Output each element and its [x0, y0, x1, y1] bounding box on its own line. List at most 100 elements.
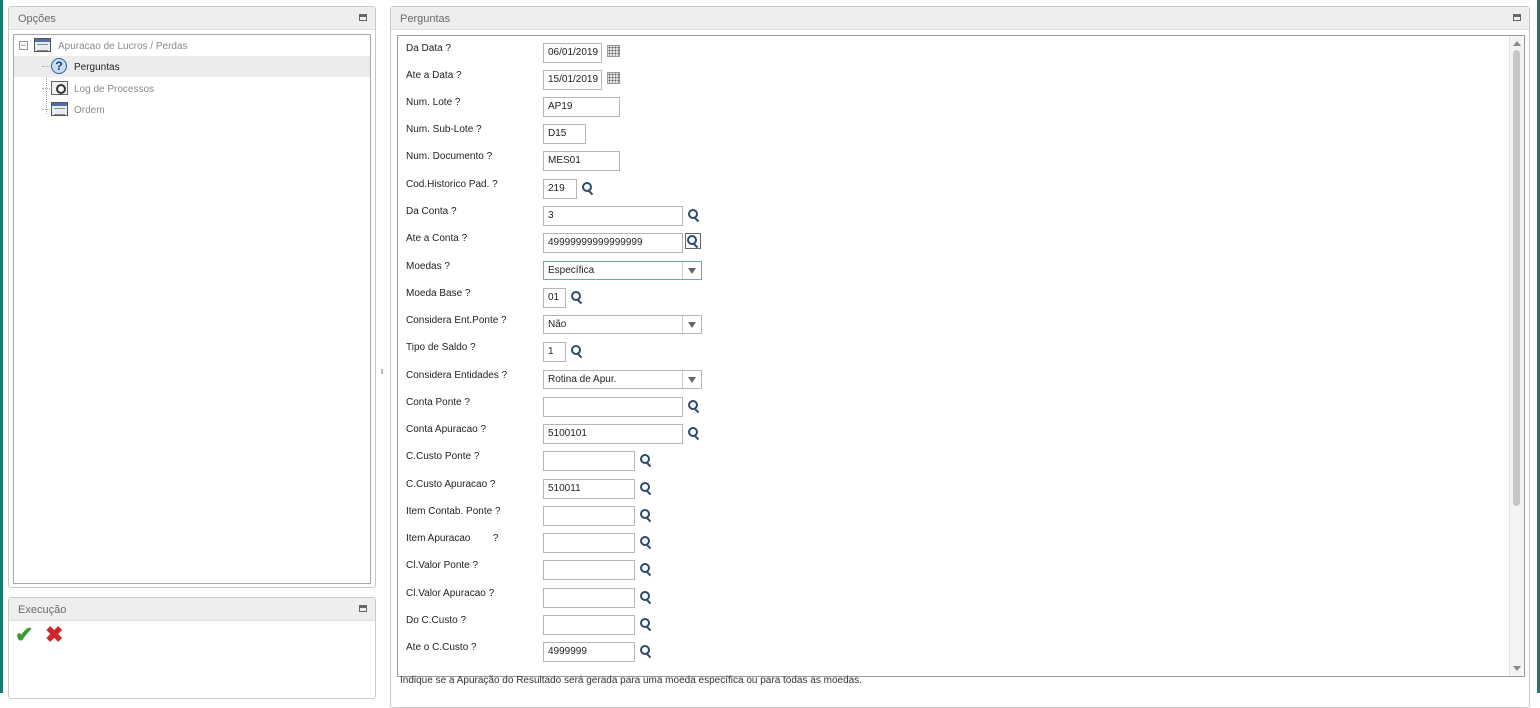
question-label: Cl.Valor Ponte ? [406, 560, 479, 571]
question-row: Item Contab. Ponte ? [398, 502, 1498, 527]
minimize-icon[interactable] [359, 14, 367, 21]
conta-apuracao-input[interactable]: 5100101 [543, 424, 683, 444]
question-label: Conta Ponte ? [406, 397, 470, 408]
vertical-scrollbar[interactable] [1509, 36, 1524, 676]
search-icon[interactable] [687, 399, 701, 413]
question-row: C.Custo Apuracao ? 510011 [398, 475, 1498, 500]
scroll-down-icon[interactable] [1513, 666, 1521, 671]
question-row: Conta Ponte ? [398, 393, 1498, 418]
tree-item-log[interactable]: Log de Processos [14, 78, 370, 99]
num-sub-lote-input[interactable]: D15 [543, 124, 586, 144]
question-row: Num. Lote ? AP19 [398, 93, 1498, 118]
search-icon[interactable] [581, 181, 595, 195]
tree-item-ordem[interactable]: Ordem [14, 99, 370, 120]
window-icon [34, 38, 51, 52]
search-icon[interactable] [639, 562, 653, 576]
question-label: Considera Ent.Ponte ? [406, 315, 507, 326]
tree-item-label: Perguntas [74, 62, 120, 73]
num-lote-input[interactable]: AP19 [543, 97, 620, 117]
ccusto-ponte-input[interactable] [543, 451, 635, 471]
chevron-down-icon[interactable] [682, 371, 701, 388]
execution-panel: Execução ✔ ✖ [8, 597, 376, 699]
question-label: Ate a Conta ? [406, 233, 468, 244]
moeda-base-input[interactable]: 01 [543, 288, 566, 308]
question-label: Da Data ? [406, 43, 452, 54]
da-data-input[interactable]: 06/01/2019 [543, 43, 602, 63]
question-label: Da Conta ? [406, 206, 457, 217]
ate-ccusto-input[interactable]: 4999999 [543, 642, 635, 662]
minimize-icon[interactable] [1513, 14, 1521, 21]
search-icon[interactable] [570, 290, 584, 304]
calendar-icon[interactable] [607, 45, 620, 57]
questions-panel-header: Perguntas [391, 7, 1529, 30]
questions-panel: Perguntas Da Data ? 06/01/2019 Ate a Dat… [390, 6, 1530, 708]
question-label: Item Apuracao ? [406, 533, 499, 544]
considera-ent-ponte-select[interactable]: Não [543, 315, 702, 334]
questions-form: Da Data ? 06/01/2019 Ate a Data ? 15/01/… [397, 35, 1525, 677]
item-apuracao-input[interactable] [543, 533, 635, 553]
minimize-icon[interactable] [359, 605, 367, 612]
question-row: Tipo de Saldo ? 1 [398, 338, 1498, 363]
num-documento-input[interactable]: MES01 [543, 151, 620, 171]
scrollbar-thumb[interactable] [1513, 50, 1520, 506]
do-ccusto-input[interactable] [543, 615, 635, 635]
moedas-select[interactable]: Específica [543, 261, 702, 280]
question-row: Moedas ? Específica [398, 257, 1498, 282]
search-icon[interactable] [639, 453, 653, 467]
search-icon[interactable] [570, 344, 584, 358]
execution-panel-title: Execução [18, 604, 67, 616]
question-row: C.Custo Ponte ? [398, 447, 1498, 472]
question-label: Num. Documento ? [406, 151, 493, 162]
question-row: Considera Entidades ? Rotina de Apur. [398, 366, 1498, 391]
confirm-check-icon[interactable]: ✔ [15, 624, 33, 646]
question-row: Do C.Custo ? [398, 611, 1498, 636]
ccusto-apuracao-input[interactable]: 510011 [543, 479, 635, 499]
question-row: Conta Apuracao ? 5100101 [398, 420, 1498, 445]
conta-ponte-input[interactable] [543, 397, 683, 417]
question-label: Conta Apuracao ? [406, 424, 487, 435]
question-label: Num. Lote ? [406, 97, 461, 108]
question-label: C.Custo Apuracao ? [406, 479, 496, 490]
da-conta-input[interactable]: 3 [543, 206, 683, 226]
search-icon[interactable] [685, 233, 701, 249]
search-icon[interactable] [639, 644, 653, 658]
question-row: Ate a Conta ? 49999999999999999 [398, 229, 1498, 254]
tree-item-label: Apuracao de Lucros / Perdas [58, 41, 188, 52]
ate-data-input[interactable]: 15/01/2019 [543, 70, 602, 90]
item-contab-ponte-input[interactable] [543, 506, 635, 526]
select-value: Específica [548, 265, 595, 276]
question-row: Num. Documento ? MES01 [398, 147, 1498, 172]
question-label: Ate a Data ? [406, 70, 462, 81]
panel-splitter[interactable] [381, 369, 383, 374]
question-row: Da Conta ? 3 [398, 202, 1498, 227]
cod-historico-input[interactable]: 219 [543, 179, 577, 199]
clvalor-ponte-input[interactable] [543, 560, 635, 580]
cancel-x-icon[interactable]: ✖ [45, 624, 63, 646]
question-label: C.Custo Ponte ? [406, 451, 480, 462]
collapse-icon[interactable]: − [19, 41, 28, 50]
question-row: Cod.Historico Pad. ? 219 [398, 175, 1498, 200]
question-label: Considera Entidades ? [406, 370, 508, 381]
select-value: Não [548, 319, 567, 330]
question-icon: ? [51, 58, 67, 74]
considera-entidades-select[interactable]: Rotina de Apur. [543, 370, 702, 389]
scroll-up-icon[interactable] [1513, 41, 1521, 46]
chevron-down-icon[interactable] [682, 262, 701, 279]
chevron-down-icon[interactable] [682, 316, 701, 333]
tree-item-perguntas[interactable]: ? Perguntas [14, 56, 370, 77]
tree-item-root[interactable]: − Apuracao de Lucros / Perdas [14, 35, 370, 56]
ate-conta-input[interactable]: 49999999999999999 [543, 233, 683, 253]
question-label: Cod.Historico Pad. ? [406, 179, 498, 190]
search-icon[interactable] [687, 426, 701, 440]
question-row: Ate a Data ? 15/01/2019 [398, 66, 1498, 91]
search-icon[interactable] [639, 508, 653, 522]
options-panel-header: Opções [9, 7, 375, 30]
search-icon[interactable] [639, 590, 653, 604]
search-icon[interactable] [639, 481, 653, 495]
search-icon[interactable] [639, 535, 653, 549]
calendar-icon[interactable] [607, 72, 620, 84]
search-icon[interactable] [687, 208, 701, 222]
clvalor-apuracao-input[interactable] [543, 588, 635, 608]
tipo-saldo-input[interactable]: 1 [543, 342, 566, 362]
search-icon[interactable] [639, 617, 653, 631]
